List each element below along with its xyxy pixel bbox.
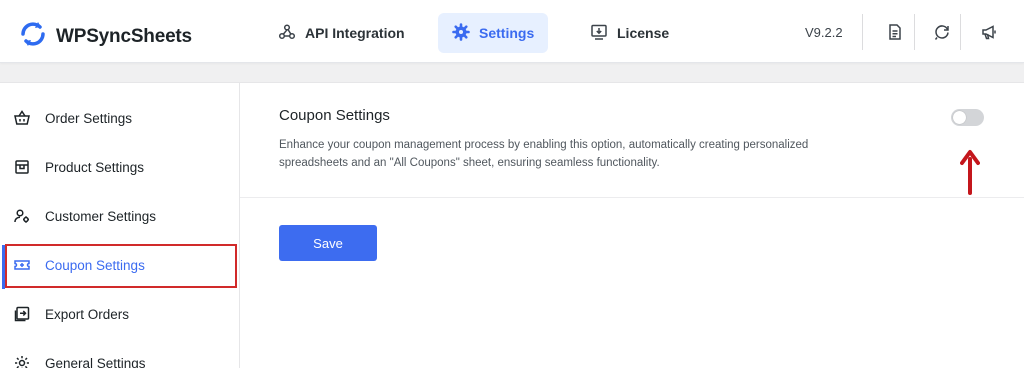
- users-gear-icon: [12, 206, 32, 226]
- sidebar-item-label: Export Orders: [45, 306, 130, 322]
- main-panel: Coupon Settings Enhance your coupon mana…: [240, 82, 1024, 368]
- sync-logo-icon: [18, 19, 48, 54]
- sidebar-item-product-settings[interactable]: Product Settings: [0, 145, 240, 189]
- sidebar-item-label: Product Settings: [45, 159, 145, 175]
- sidebar-item-export-orders[interactable]: Export Orders: [0, 292, 240, 336]
- version-label: V9.2.2: [805, 25, 843, 40]
- logo-text: WPSyncSheets: [56, 25, 192, 47]
- sidebar-item-label: Customer Settings: [45, 208, 157, 224]
- gear-icon: [12, 353, 32, 368]
- section-divider: [240, 197, 1024, 198]
- logo[interactable]: WPSyncSheets: [18, 19, 192, 54]
- gear-icon: [452, 22, 470, 44]
- settings-sidebar: Order Settings Product Settings Customer…: [0, 82, 240, 368]
- product-box-icon: [12, 157, 32, 177]
- toggle-knob: [953, 111, 966, 124]
- section-description: Enhance your coupon management process b…: [279, 139, 809, 169]
- header-divider: [960, 14, 961, 50]
- annotation-highlight-box: [5, 244, 237, 288]
- top-header: WPSyncSheets API Integration Settings Li…: [0, 0, 1024, 63]
- section-title: Coupon Settings: [279, 107, 390, 124]
- export-icon: [12, 304, 32, 324]
- sidebar-item-label: Order Settings: [45, 110, 133, 126]
- header-divider: [914, 14, 915, 50]
- megaphone-icon[interactable]: [978, 21, 1000, 43]
- coupon-settings-toggle[interactable]: [951, 109, 984, 126]
- nav-api-label: API Integration: [305, 25, 405, 41]
- nav-license-label: License: [617, 25, 670, 41]
- nav-settings-label: Settings: [479, 25, 535, 41]
- sidebar-item-label: General Settings: [45, 355, 146, 368]
- sidebar-item-order-settings[interactable]: Order Settings: [0, 96, 240, 140]
- monitor-download-icon: [590, 23, 608, 44]
- nav-api-integration[interactable]: API Integration: [264, 13, 419, 53]
- nav-license[interactable]: License: [576, 13, 683, 53]
- document-icon[interactable]: [884, 21, 906, 43]
- refresh-chat-icon[interactable]: [931, 21, 953, 43]
- sidebar-item-general-settings[interactable]: General Settings: [0, 341, 240, 368]
- annotation-arrow-icon: [960, 150, 980, 195]
- sidebar-item-customer-settings[interactable]: Customer Settings: [0, 194, 240, 238]
- webhook-icon: [278, 23, 296, 44]
- basket-icon: [12, 108, 32, 128]
- nav-settings[interactable]: Settings: [438, 13, 548, 53]
- header-divider: [862, 14, 863, 50]
- save-button[interactable]: Save: [279, 225, 377, 261]
